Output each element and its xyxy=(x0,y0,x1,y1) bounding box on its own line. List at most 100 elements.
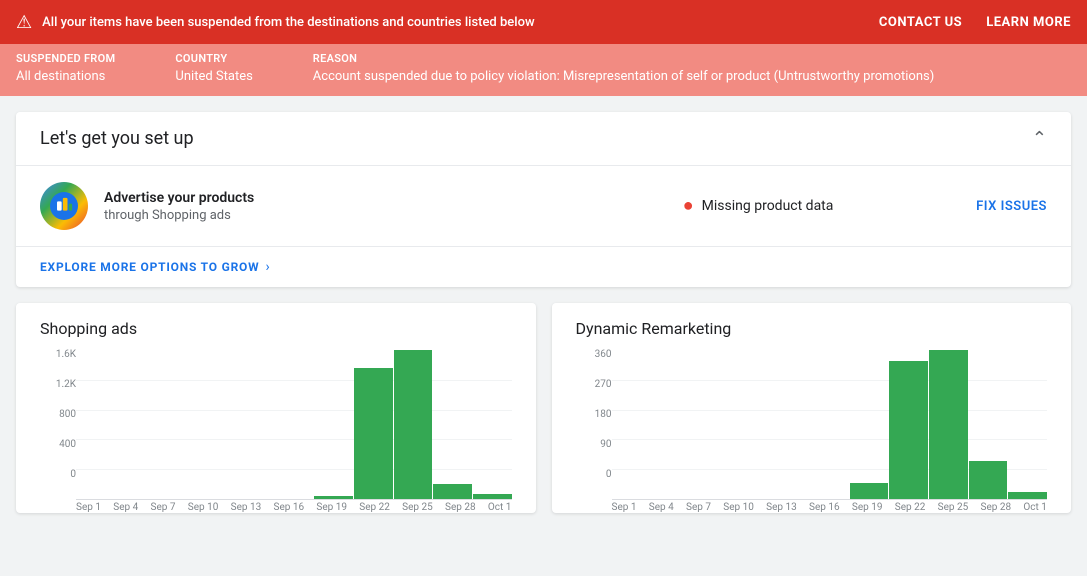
advertise-text: Advertise your products through Shopping… xyxy=(104,190,540,223)
x-label: Sep 1 xyxy=(612,502,637,513)
x-label: Sep 28 xyxy=(981,502,1012,513)
bar-group xyxy=(274,350,313,499)
bar-group xyxy=(770,350,809,499)
x-label: Sep 10 xyxy=(188,502,219,513)
dynamic-remarketing-container: 0 90 180 270 360 xyxy=(576,350,1048,500)
x-label: Sep 25 xyxy=(938,502,969,513)
bar-green xyxy=(929,350,968,499)
bar-green xyxy=(850,483,889,499)
bar-group xyxy=(651,350,690,499)
collapse-icon[interactable]: ⌃ xyxy=(1032,128,1047,149)
x-label: Sep 1 xyxy=(76,502,101,513)
bar-group xyxy=(850,350,889,499)
charts-row: Shopping ads 0 400 800 1.2K 1.6K Sep 1 Sep 4 S… xyxy=(16,303,1071,513)
bar-group xyxy=(969,350,1008,499)
bar-group xyxy=(314,350,353,499)
y-label: 90 xyxy=(576,440,612,450)
banner-message: All your items have been suspended from … xyxy=(42,15,869,30)
suspended-from-col: Suspended from All destinations xyxy=(16,52,115,84)
fix-issues-button[interactable]: FIX ISSUES xyxy=(976,199,1047,214)
dynamic-x-labels: Sep 1Sep 4Sep 7Sep 10Sep 13Sep 16Sep 19S… xyxy=(612,502,1048,513)
explore-arrow-icon: › xyxy=(265,259,269,275)
x-label: Sep 16 xyxy=(809,502,840,513)
y-label: 800 xyxy=(40,410,76,420)
x-label: Sep 4 xyxy=(649,502,674,513)
shopping-grid xyxy=(76,350,512,500)
y-label: 400 xyxy=(40,440,76,450)
bar-group xyxy=(116,350,155,499)
x-label: Oct 1 xyxy=(488,502,512,513)
x-label: Sep 28 xyxy=(445,502,476,513)
bar-green xyxy=(1008,492,1047,499)
bar-group xyxy=(354,350,393,499)
dynamic-bars xyxy=(612,350,1048,499)
bar-group xyxy=(433,350,472,499)
setup-status: ● Missing product data xyxy=(540,197,976,215)
advertise-title: Advertise your products xyxy=(104,190,540,206)
advertise-subtitle: through Shopping ads xyxy=(104,208,231,223)
shopping-bars xyxy=(76,350,512,499)
x-label: Sep 16 xyxy=(274,502,305,513)
bar-green xyxy=(314,496,353,500)
bar-group xyxy=(473,350,512,499)
reason-label: Reason xyxy=(313,52,1071,65)
bar-group xyxy=(731,350,770,499)
missing-data-label: Missing product data xyxy=(702,198,834,214)
country-value: United States xyxy=(175,69,252,84)
dynamic-remarketing-title: Dynamic Remarketing xyxy=(576,319,1048,338)
shopping-chart-area xyxy=(76,350,512,500)
y-label: 0 xyxy=(40,470,76,480)
country-label: Country xyxy=(175,52,252,65)
setup-header: Let's get you set up ⌃ xyxy=(16,112,1071,166)
y-label: 1.6K xyxy=(40,350,76,360)
shopping-icon xyxy=(40,182,88,230)
bar-green xyxy=(433,484,472,499)
bar-group xyxy=(394,350,433,499)
reason-value: Account suspended due to policy violatio… xyxy=(313,69,1071,84)
x-label: Sep 7 xyxy=(151,502,176,513)
y-label: 360 xyxy=(576,350,612,360)
suspended-from-value: All destinations xyxy=(16,69,115,84)
suspension-banner: ⚠ All your items have been suspended fro… xyxy=(0,0,1087,44)
y-label: 180 xyxy=(576,410,612,420)
bar-group xyxy=(155,350,194,499)
bar-group xyxy=(889,350,928,499)
bar-group xyxy=(1008,350,1047,499)
shopping-x-labels: Sep 1Sep 4Sep 7Sep 10Sep 13Sep 16Sep 19S… xyxy=(76,502,512,513)
dynamic-x-axis: Sep 1Sep 4Sep 7Sep 10Sep 13Sep 16Sep 19S… xyxy=(576,502,1048,513)
y-label: 1.2K xyxy=(40,380,76,390)
suspended-from-label: Suspended from xyxy=(16,52,115,65)
explore-link[interactable]: EXPLORE MORE OPTIONS TO GROW xyxy=(40,260,259,274)
bar-green xyxy=(354,368,393,499)
warning-icon: ⚠ xyxy=(16,12,32,33)
reason-col: Reason Account suspended due to policy v… xyxy=(313,52,1071,84)
bar-group xyxy=(235,350,274,499)
y-label: 270 xyxy=(576,380,612,390)
learn-more-link[interactable]: LEARN MORE xyxy=(986,15,1071,30)
banner-actions: CONTACT US LEARN MORE xyxy=(879,15,1071,30)
bar-group xyxy=(195,350,234,499)
country-col: Country United States xyxy=(175,52,252,84)
dynamic-y-axis: 0 90 180 270 360 xyxy=(576,350,612,500)
x-label: Sep 4 xyxy=(113,502,138,513)
shopping-y-axis: 0 400 800 1.2K 1.6K xyxy=(40,350,76,500)
x-label: Oct 1 xyxy=(1023,502,1047,513)
x-label: Sep 7 xyxy=(686,502,711,513)
x-label: Sep 19 xyxy=(316,502,347,513)
error-icon: ● xyxy=(683,197,694,215)
bar-group xyxy=(810,350,849,499)
shopping-ads-title: Shopping ads xyxy=(40,319,512,338)
shopping-ads-chart: Shopping ads 0 400 800 1.2K 1.6K Sep 1 Sep 4 S… xyxy=(16,303,536,513)
bar-green xyxy=(889,361,928,499)
shopping-x-axis: Sep 1Sep 4Sep 7Sep 10Sep 13Sep 16Sep 19S… xyxy=(40,502,512,513)
contact-us-link[interactable]: CONTACT US xyxy=(879,15,962,30)
y-label: 0 xyxy=(576,470,612,480)
x-label: Sep 22 xyxy=(359,502,390,513)
dynamic-grid xyxy=(612,350,1048,500)
x-label: Sep 22 xyxy=(895,502,926,513)
bar-group xyxy=(929,350,968,499)
bar-green xyxy=(394,350,433,499)
bar-group xyxy=(691,350,730,499)
bar-green xyxy=(969,461,1008,499)
bar-group xyxy=(76,350,115,499)
